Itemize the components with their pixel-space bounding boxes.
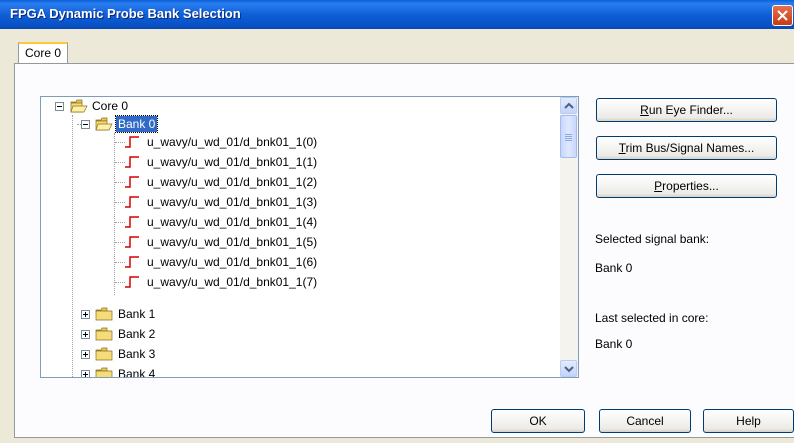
properties-button[interactable]: Properties... xyxy=(596,174,777,198)
title-bar[interactable]: FPGA Dynamic Probe Bank Selection xyxy=(0,0,794,29)
signal-icon xyxy=(125,196,139,208)
mnemonic: P xyxy=(654,178,663,193)
help-button[interactable]: Help xyxy=(703,409,794,433)
tree-scrollbar[interactable] xyxy=(560,97,578,377)
signal-item[interactable]: u_wavy/u_wd_01/d_bnk01_1(6) xyxy=(41,253,461,271)
last-selected-label: Last selected in core: xyxy=(595,311,709,325)
close-icon xyxy=(777,10,788,21)
scroll-down-button[interactable] xyxy=(560,360,577,377)
signal-icon xyxy=(125,256,139,268)
signal-label: u_wavy/u_wd_01/d_bnk01_1(0) xyxy=(147,135,318,149)
tree-node-label: Bank 3 xyxy=(118,347,156,361)
tree-node-label: Bank 4 xyxy=(118,367,156,377)
signal-icon xyxy=(125,136,139,148)
signal-icon xyxy=(125,216,139,228)
mnemonic: T xyxy=(618,140,626,155)
tree-node-bank-3[interactable]: Bank 3 xyxy=(41,345,341,363)
tab-strip: Core 0 xyxy=(10,42,794,64)
collapse-icon[interactable] xyxy=(81,120,90,129)
chevron-down-icon xyxy=(564,366,574,373)
button-label: OK xyxy=(529,413,547,428)
button-label: roperties... xyxy=(662,178,719,193)
tree-node-label: Bank 0 xyxy=(114,115,159,133)
collapse-icon[interactable] xyxy=(55,102,64,111)
signal-tree[interactable]: Core 0 Bank 0 u_wavy/u_wd_01/d_bnk01_1(0… xyxy=(40,96,579,378)
button-label: Help xyxy=(736,413,761,428)
signal-item[interactable]: u_wavy/u_wd_01/d_bnk01_1(0) xyxy=(41,133,461,151)
mnemonic: R xyxy=(640,102,649,117)
tree-node-bank-2[interactable]: Bank 2 xyxy=(41,325,341,343)
signal-item[interactable]: u_wavy/u_wd_01/d_bnk01_1(7) xyxy=(41,273,461,291)
tree-node-bank-0[interactable]: Bank 0 xyxy=(41,115,341,133)
folder-icon xyxy=(95,347,113,361)
signal-icon xyxy=(125,156,139,168)
selected-bank-value: Bank 0 xyxy=(595,261,633,275)
folder-icon xyxy=(95,307,113,321)
expand-icon[interactable] xyxy=(81,330,90,339)
tree-node-core-0[interactable]: Core 0 xyxy=(41,97,341,115)
ok-button[interactable]: OK xyxy=(491,409,585,433)
signal-icon xyxy=(125,276,139,288)
tab-core-0[interactable]: Core 0 xyxy=(18,42,69,64)
expand-icon[interactable] xyxy=(81,350,90,359)
folder-icon xyxy=(95,327,113,341)
close-button[interactable] xyxy=(772,5,793,26)
tree-node-bank-4[interactable]: Bank 4 xyxy=(41,365,341,377)
signal-item[interactable]: u_wavy/u_wd_01/d_bnk01_1(2) xyxy=(41,173,461,191)
tree-node-bank-1[interactable]: Bank 1 xyxy=(41,305,341,323)
signal-label: u_wavy/u_wd_01/d_bnk01_1(6) xyxy=(147,255,318,269)
signal-item[interactable]: u_wavy/u_wd_01/d_bnk01_1(1) xyxy=(41,153,461,171)
button-label: Cancel xyxy=(626,413,664,428)
signal-label: u_wavy/u_wd_01/d_bnk01_1(3) xyxy=(147,195,318,209)
signal-icon xyxy=(125,236,139,248)
folder-icon xyxy=(95,367,113,377)
signal-item[interactable]: u_wavy/u_wd_01/d_bnk01_1(3) xyxy=(41,193,461,211)
open-folder-icon xyxy=(95,117,113,131)
signal-label: u_wavy/u_wd_01/d_bnk01_1(4) xyxy=(147,215,318,229)
tree-node-label: Bank 1 xyxy=(118,307,156,321)
signal-label: u_wavy/u_wd_01/d_bnk01_1(1) xyxy=(147,155,318,169)
last-selected-value: Bank 0 xyxy=(595,337,633,351)
window-title: FPGA Dynamic Probe Bank Selection xyxy=(10,6,241,21)
dialog-window: FPGA Dynamic Probe Bank Selection Core 0 xyxy=(0,0,794,443)
button-label: un Eye Finder... xyxy=(648,102,733,117)
scroll-thumb[interactable] xyxy=(560,115,577,158)
tree-node-label: Bank 2 xyxy=(118,327,156,341)
signal-item[interactable]: u_wavy/u_wd_01/d_bnk01_1(5) xyxy=(41,233,461,251)
cancel-button[interactable]: Cancel xyxy=(599,409,691,433)
signal-label: u_wavy/u_wd_01/d_bnk01_1(5) xyxy=(147,235,318,249)
button-label: rim Bus/Signal Names... xyxy=(625,140,755,155)
open-folder-icon xyxy=(70,99,88,113)
signal-item[interactable]: u_wavy/u_wd_01/d_bnk01_1(4) xyxy=(41,213,461,231)
signal-label: u_wavy/u_wd_01/d_bnk01_1(2) xyxy=(147,175,318,189)
selected-bank-label: Selected signal bank: xyxy=(595,232,710,246)
signal-label: u_wavy/u_wd_01/d_bnk01_1(7) xyxy=(147,275,318,289)
tab-label: Core 0 xyxy=(25,46,62,60)
expand-icon[interactable] xyxy=(81,310,90,319)
expand-icon[interactable] xyxy=(81,370,90,377)
chevron-up-icon xyxy=(564,102,574,109)
tree-node-label: Core 0 xyxy=(92,99,129,113)
run-eye-finder-button[interactable]: Run Eye Finder... xyxy=(596,98,777,122)
trim-names-button[interactable]: Trim Bus/Signal Names... xyxy=(596,136,777,160)
signal-icon xyxy=(125,176,139,188)
scroll-up-button[interactable] xyxy=(560,97,577,114)
